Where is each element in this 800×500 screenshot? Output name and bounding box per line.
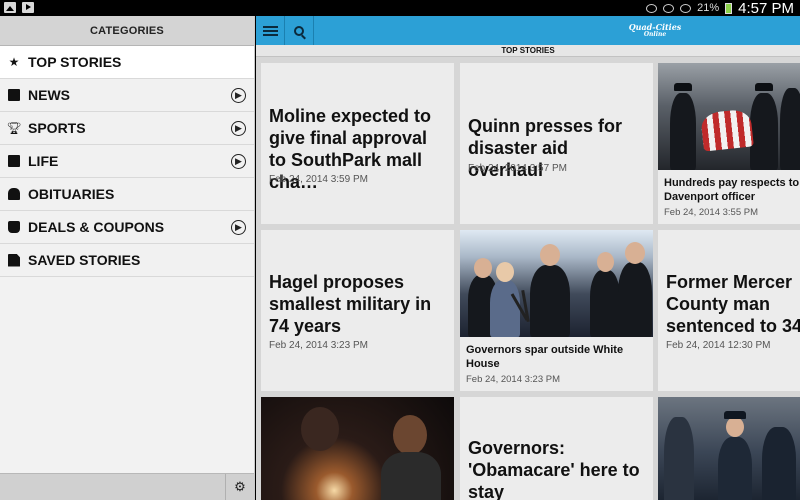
sidebar-item-news[interactable]: NEWS ▶ xyxy=(0,79,254,112)
story-photo xyxy=(658,397,800,500)
story-photo xyxy=(460,230,653,337)
section-title: TOP STORIES xyxy=(256,45,800,57)
main-content: Quad-Cities Online TOP STORIES Moline ex… xyxy=(256,16,800,500)
system-tray: 21% 4:57 PM xyxy=(646,0,794,17)
story-tile[interactable]: Moline expected to give final approval t… xyxy=(261,63,454,224)
coupon-bag-icon xyxy=(8,221,20,233)
wifi-icon xyxy=(680,3,692,13)
story-headline: Hundreds pay respects to Davenport offic… xyxy=(664,177,800,203)
sidebar-item-sports[interactable]: 🏆︎ SPORTS ▶ xyxy=(0,112,254,145)
mute-icon xyxy=(663,3,675,13)
buildings-icon xyxy=(8,155,20,167)
eye-icon xyxy=(646,3,658,13)
story-tile[interactable] xyxy=(658,397,800,500)
sidebar-item-label: SAVED STORIES xyxy=(28,252,141,268)
tombstone-icon xyxy=(8,188,20,200)
settings-button[interactable]: ⚙ xyxy=(225,474,254,500)
story-date: Feb 24, 2014 3:23 PM xyxy=(466,374,561,385)
hamburger-icon xyxy=(262,24,278,38)
story-headline: Former Mercer County man sentenced to 34 xyxy=(666,272,800,336)
star-icon: ★ xyxy=(8,55,20,69)
story-tile[interactable]: Governors: 'Obamacare' here to stay xyxy=(460,397,653,500)
newspaper-icon xyxy=(8,89,20,101)
story-tile[interactable]: Hagel proposes smallest military in 74 y… xyxy=(261,230,454,391)
story-photo xyxy=(658,63,800,170)
battery-percent: 21% xyxy=(697,2,720,14)
story-tile[interactable]: Former Mercer County man sentenced to 34… xyxy=(658,230,800,391)
story-tile[interactable] xyxy=(261,397,454,500)
search-button[interactable] xyxy=(285,16,314,45)
gear-icon: ⚙ xyxy=(234,479,246,494)
story-date: Feb 24, 2014 3:57 PM xyxy=(468,163,567,174)
story-date: Feb 24, 2014 3:23 PM xyxy=(269,340,368,351)
sidebar-item-deals-coupons[interactable]: DEALS & COUPONS ▶ xyxy=(0,211,254,244)
chevron-right-icon[interactable]: ▶ xyxy=(231,154,246,169)
chevron-right-icon[interactable]: ▶ xyxy=(231,220,246,235)
story-date: Feb 24, 2014 3:59 PM xyxy=(269,174,368,185)
sidebar-item-top-stories[interactable]: ★ TOP STORIES xyxy=(0,46,254,79)
story-tile[interactable]: Quinn presses for disaster aid overhaul … xyxy=(460,63,653,224)
notification-icons xyxy=(4,2,34,13)
sidebar-item-obituaries[interactable]: OBITUARIES xyxy=(0,178,254,211)
battery-icon xyxy=(725,2,733,14)
story-headline: Governors spar outside White House xyxy=(466,344,624,370)
story-tile[interactable]: Hundreds pay respects to Davenport offic… xyxy=(658,63,800,224)
trophy-icon: 🏆︎ xyxy=(6,121,22,135)
menu-button[interactable] xyxy=(256,16,285,45)
sidebar-footer: ⚙ xyxy=(0,473,254,500)
chevron-right-icon[interactable]: ▶ xyxy=(231,88,246,103)
play-notification-icon xyxy=(22,2,34,13)
story-date: Feb 24, 2014 3:55 PM xyxy=(664,207,759,218)
app-header: Quad-Cities Online xyxy=(256,16,800,45)
story-headline: Governors: 'Obamacare' here to stay xyxy=(468,438,640,500)
gallery-notification-icon xyxy=(4,2,16,13)
app-logo: Quad-Cities Online xyxy=(628,22,682,38)
story-date: Feb 24, 2014 12:30 PM xyxy=(666,340,771,351)
sidebar-item-label: SPORTS xyxy=(28,120,86,136)
sidebar-item-saved-stories[interactable]: SAVED STORIES xyxy=(0,244,254,277)
sidebar-header: CATEGORIES xyxy=(0,16,254,46)
saved-document-icon xyxy=(8,253,20,267)
chevron-right-icon[interactable]: ▶ xyxy=(231,121,246,136)
sidebar-item-life[interactable]: LIFE ▶ xyxy=(0,145,254,178)
clock: 4:57 PM xyxy=(738,0,794,17)
search-icon xyxy=(294,25,304,36)
story-tile[interactable]: Governors spar outside White House Feb 2… xyxy=(460,230,653,391)
categories-sidebar: CATEGORIES ★ TOP STORIES NEWS ▶ 🏆︎ SPORT… xyxy=(0,16,255,500)
sidebar-item-label: OBITUARIES xyxy=(28,186,115,202)
sidebar-item-label: NEWS xyxy=(28,87,70,103)
story-headline: Hagel proposes smallest military in 74 y… xyxy=(269,272,432,336)
sidebar-item-label: TOP STORIES xyxy=(28,54,122,70)
sidebar-item-label: DEALS & COUPONS xyxy=(28,219,165,235)
status-bar: 21% 4:57 PM xyxy=(0,0,800,17)
story-photo xyxy=(261,397,454,500)
sidebar-item-label: LIFE xyxy=(28,153,59,169)
